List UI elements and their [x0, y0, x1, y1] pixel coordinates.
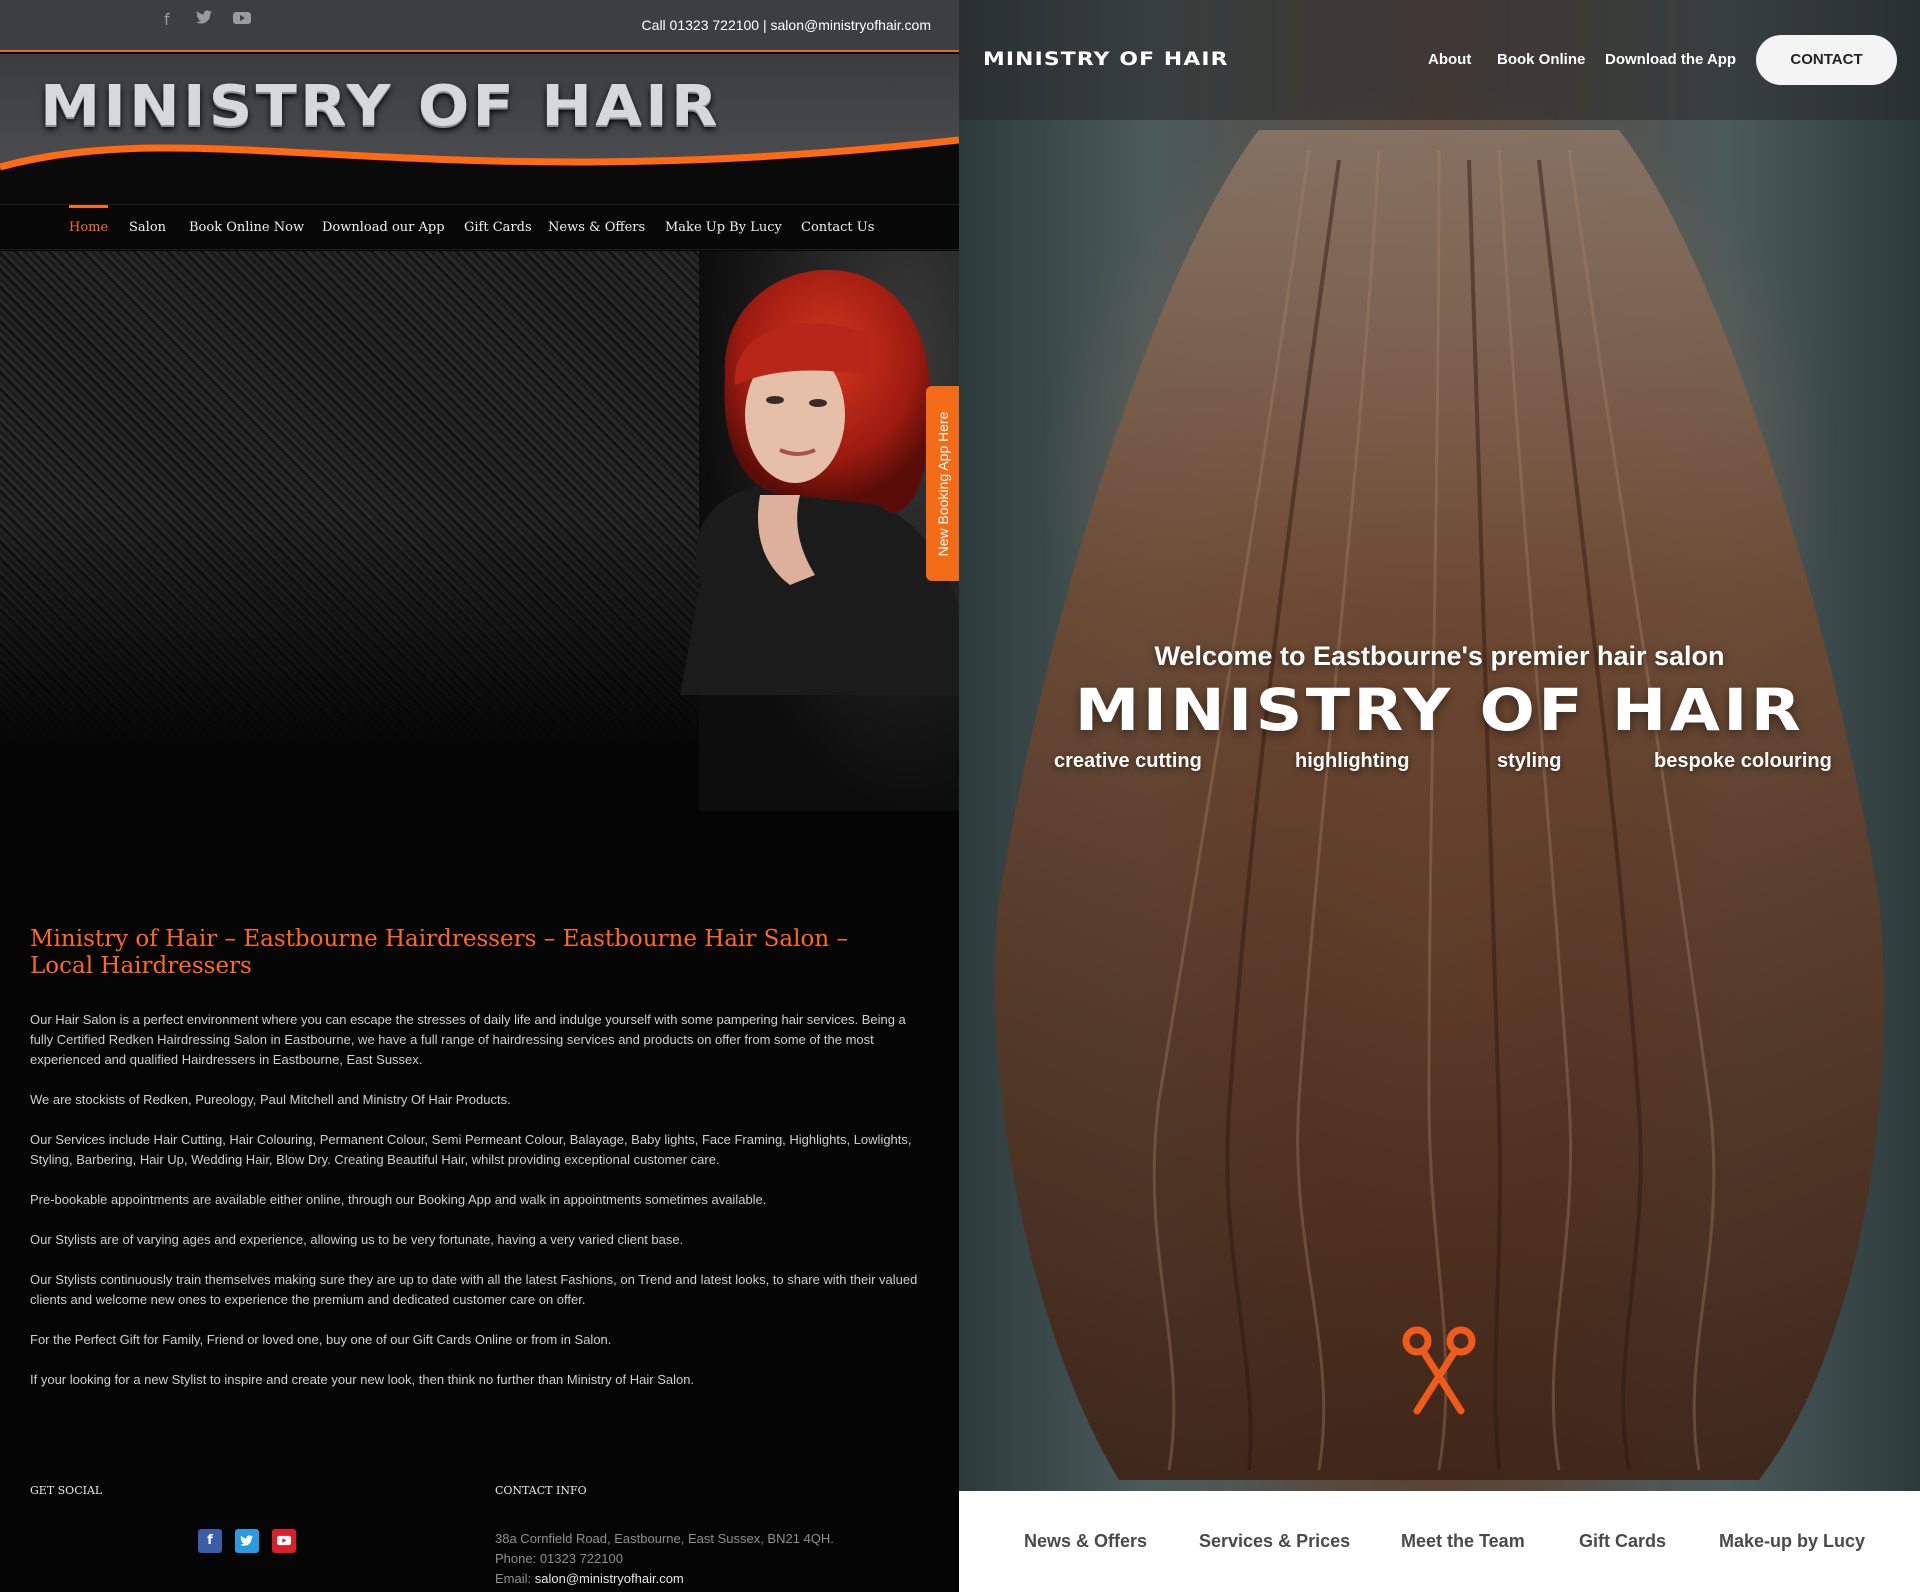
booking-app-tab[interactable]: New Booking App Here — [926, 386, 959, 581]
nav-salon[interactable]: Salon — [129, 220, 166, 235]
main-nav: Home Salon Book Online Now Download our … — [0, 204, 959, 250]
paragraph: Pre-bookable appointments are available … — [30, 1192, 767, 1207]
service-creative-cutting: creative cutting — [1054, 750, 1202, 772]
service-styling: styling — [1497, 750, 1562, 772]
nav-make-up-by-lucy[interactable]: Make Up By Lucy — [665, 220, 782, 235]
footer-address: 38a Cornfield Road, Eastbourne, East Sus… — [495, 1531, 834, 1546]
footer-email-label: Email: — [495, 1571, 535, 1586]
contact-button[interactable]: CONTACT — [1756, 35, 1897, 85]
page-heading: Ministry of Hair – Eastbourne Hairdresse… — [30, 926, 848, 979]
twitter-icon[interactable] — [196, 10, 213, 29]
paragraph: Our Stylists are of varying ages and exp… — [30, 1232, 684, 1247]
footer-twitter-icon[interactable] — [235, 1529, 259, 1553]
intro-text: Our Hair Salon is a perfect environment … — [30, 1010, 932, 1410]
nav-home[interactable]: Home — [69, 205, 109, 235]
footer-social-heading: GET SOCIAL — [30, 1484, 103, 1497]
nav-news-offers[interactable]: News & Offers — [548, 220, 645, 235]
paragraph: Our Stylists continuously train themselv… — [30, 1272, 918, 1307]
paragraph: If your looking for a new Stylist to ins… — [30, 1372, 695, 1387]
header-banner: MINISTRY OF HAIR — [0, 54, 959, 204]
footer-nav-gift-cards[interactable]: Gift Cards — [1579, 1531, 1666, 1552]
footer-nav-meet-the-team[interactable]: Meet the Team — [1401, 1531, 1525, 1552]
nav-download-app[interactable]: Download the App — [1605, 51, 1736, 68]
footer-nav-bar: News & Offers Services & Prices Meet the… — [959, 1491, 1920, 1592]
footer-nav-make-up-by-lucy[interactable]: Make-up by Lucy — [1719, 1531, 1865, 1552]
paragraph: We are stockists of Redken, Pureology, P… — [30, 1092, 511, 1107]
site-logo[interactable]: MINISTRY OF HAIR — [983, 48, 1229, 70]
hero-title: MINISTRY OF HAIR — [1074, 676, 1805, 744]
service-highlighting: highlighting — [1295, 750, 1410, 772]
facebook-icon[interactable]: f — [164, 10, 170, 29]
youtube-icon[interactable] — [233, 10, 251, 29]
footer-youtube-icon[interactable] — [272, 1529, 296, 1553]
site-logo[interactable]: MINISTRY OF HAIR — [40, 74, 721, 139]
nav-about[interactable]: About — [1428, 51, 1471, 68]
nav-contact-us[interactable]: Contact Us — [801, 220, 874, 235]
paragraph: Our Hair Salon is a perfect environment … — [30, 1012, 906, 1067]
top-bar: f Call 01323 722100 | salon@ministryofha… — [0, 0, 959, 52]
hero-welcome-text: Welcome to Eastbourne's premier hair sal… — [1154, 641, 1725, 671]
footer-contact-heading: CONTACT INFO — [495, 1484, 587, 1497]
new-site-panel: MINISTRY OF HAIR About Book Online Downl… — [959, 0, 1920, 1592]
nav-download-app[interactable]: Download our App — [322, 220, 445, 235]
scissors-icon — [1402, 1326, 1476, 1415]
footer-nav-news-offers[interactable]: News & Offers — [1024, 1531, 1147, 1552]
footer-email-link[interactable]: salon@ministryofhair.com — [535, 1571, 684, 1586]
old-site-panel: f Call 01323 722100 | salon@ministryofha… — [0, 0, 959, 1592]
footer-nav-services-prices[interactable]: Services & Prices — [1199, 1531, 1350, 1552]
paragraph: Our Services include Hair Cutting, Hair … — [30, 1132, 912, 1167]
top-contact-text: Call 01323 722100 | salon@ministryofhair… — [641, 17, 931, 33]
site-header: MINISTRY OF HAIR About Book Online Downl… — [959, 0, 1920, 120]
paragraph: For the Perfect Gift for Family, Friend … — [30, 1332, 612, 1347]
nav-gift-cards[interactable]: Gift Cards — [464, 220, 532, 235]
footer-facebook-icon[interactable]: f — [198, 1529, 222, 1553]
nav-book-online-now[interactable]: Book Online Now — [189, 220, 304, 235]
footer-phone: Phone: 01323 722100 — [495, 1551, 623, 1566]
footer-contact-info: 38a Cornfield Road, Eastbourne, East Sus… — [495, 1529, 834, 1589]
service-bespoke-colouring: bespoke colouring — [1654, 750, 1832, 772]
model-image — [680, 269, 959, 695]
nav-book-online[interactable]: Book Online — [1497, 51, 1585, 68]
booking-app-tab-label: New Booking App Here — [934, 411, 951, 556]
